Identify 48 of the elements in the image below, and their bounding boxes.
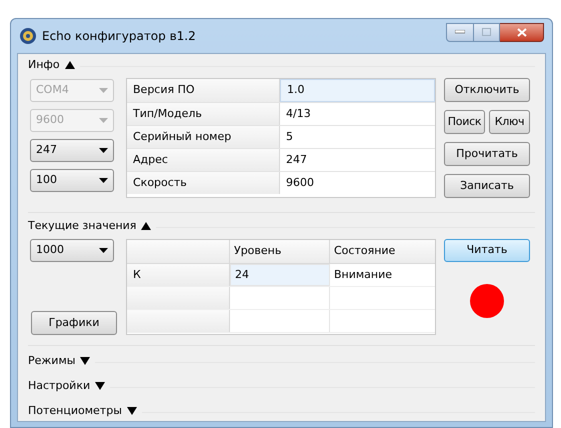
row-header: Тип/Модель xyxy=(127,103,280,125)
maximize-button[interactable] xyxy=(474,22,500,42)
expand-triangle-icon[interactable] xyxy=(94,381,106,391)
table-cell-text: Внимание xyxy=(333,266,394,283)
table-cell[interactable]: 9600 xyxy=(280,172,435,194)
row-header: Адрес xyxy=(127,149,280,171)
caret-icon xyxy=(99,248,108,253)
button[interactable]: Графики xyxy=(31,311,117,335)
minimize-button[interactable] xyxy=(446,22,474,42)
row-header: Скорость xyxy=(127,172,280,194)
table-cell[interactable]: 4/13 xyxy=(280,103,435,125)
table-cell[interactable]: 24 xyxy=(230,264,330,286)
read-button[interactable]: Читать xyxy=(444,239,530,262)
row-header: К xyxy=(127,264,230,286)
dropdown[interactable]: 247 xyxy=(30,139,114,162)
section-title: Инфо xyxy=(28,56,60,73)
dropdown[interactable]: 100 xyxy=(30,169,114,192)
button[interactable]: Ключ xyxy=(489,110,530,134)
row-header: Серийный номер xyxy=(127,126,280,148)
collapse-triangle-icon[interactable] xyxy=(140,221,152,231)
section-title: Потенциометры xyxy=(28,402,122,419)
dropdown[interactable]: 1000 xyxy=(30,239,114,262)
app-logo-icon xyxy=(19,27,37,45)
expand-triangle-icon[interactable] xyxy=(79,356,92,366)
close-button[interactable] xyxy=(500,22,544,42)
button[interactable]: Записать xyxy=(444,174,530,198)
table-cell[interactable]: 5 xyxy=(280,126,435,148)
caret-icon xyxy=(99,178,108,183)
button[interactable]: Прочитать xyxy=(444,142,530,166)
caret-icon xyxy=(99,88,108,93)
section-title: Текущие значения xyxy=(28,218,136,234)
row-header: Версия ПО xyxy=(127,79,280,102)
button[interactable]: Поиск xyxy=(444,110,485,134)
caret-icon xyxy=(99,148,108,153)
table-cell[interactable]: 247 xyxy=(280,149,435,171)
button[interactable]: Отключить xyxy=(444,78,530,102)
section-title: Режимы xyxy=(28,352,76,369)
window-title: Echo конфигуратор в1.2 xyxy=(42,28,196,45)
minimize-icon xyxy=(455,30,465,34)
maximize-icon xyxy=(482,28,491,36)
expand-triangle-icon[interactable] xyxy=(126,406,138,416)
column-header: Состояние xyxy=(333,243,396,260)
column-header: Уровень xyxy=(230,240,330,263)
close-icon xyxy=(516,28,526,36)
collapse-triangle-icon[interactable] xyxy=(64,60,76,70)
caret-icon xyxy=(99,118,108,123)
section-title: Настройки xyxy=(28,378,90,394)
table-cell[interactable]: 1.0 xyxy=(280,79,435,102)
